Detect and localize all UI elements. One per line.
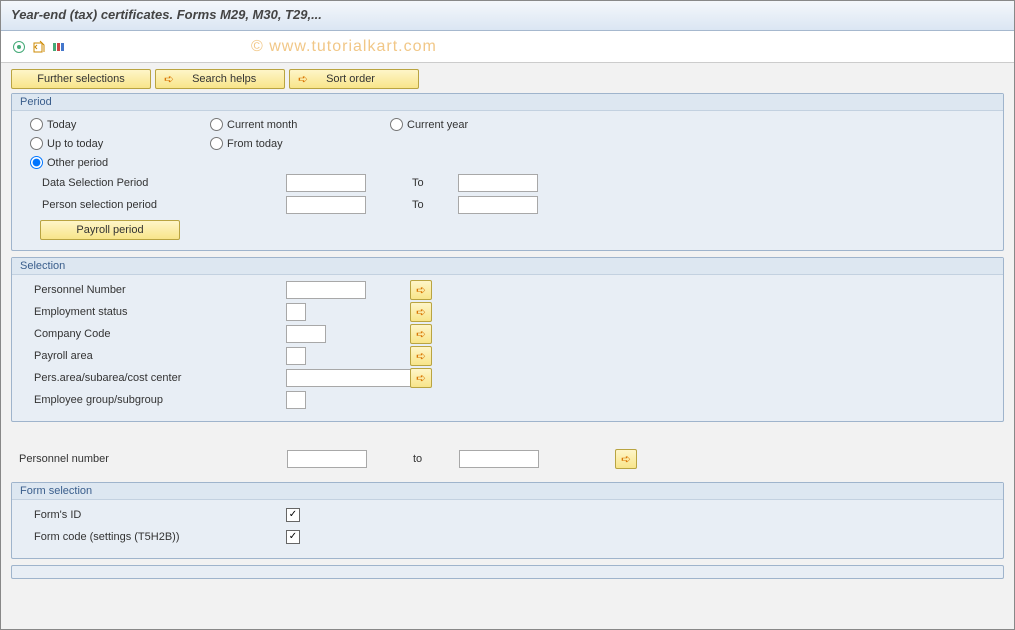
- personnel-number-multi-button[interactable]: ➪: [410, 280, 432, 300]
- data-selection-period-label: Data Selection Period: [30, 177, 280, 189]
- search-helps-button[interactable]: ➪ Search helps: [155, 69, 285, 89]
- radio-other-period[interactable]: Other period: [30, 156, 170, 169]
- arrow-right-icon: ➪: [416, 305, 426, 319]
- sort-order-button[interactable]: ➪ Sort order: [289, 69, 419, 89]
- selection-group: Selection Personnel Number ➪ Employment …: [11, 257, 1004, 422]
- arrow-right-icon: ➪: [298, 72, 308, 86]
- data-selection-to-input[interactable]: [458, 174, 538, 192]
- employment-status-input[interactable]: [286, 303, 306, 321]
- form-selection-group: Form selection Form's ID ✓ Form code (se…: [11, 482, 1004, 559]
- employee-group-input[interactable]: [286, 391, 306, 409]
- arrow-right-icon: ➪: [416, 327, 426, 341]
- selection-header: Selection: [12, 258, 1003, 275]
- form-code-checkbox[interactable]: ✓: [286, 530, 300, 544]
- arrow-right-icon: ➪: [416, 349, 426, 363]
- page-title: Year-end (tax) certificates. Forms M29, …: [11, 7, 322, 22]
- pers-area-label: Pers.area/subarea/cost center: [30, 372, 280, 384]
- empty-group: [11, 565, 1004, 579]
- period-header: Period: [12, 94, 1003, 111]
- company-code-label: Company Code: [30, 328, 280, 340]
- personnel-number-input[interactable]: [286, 281, 366, 299]
- company-code-multi-button[interactable]: ➪: [410, 324, 432, 344]
- personnel-number-range-row: Personnel number to ➪: [11, 448, 1004, 470]
- period-group: Period Today Current month Current year …: [11, 93, 1004, 251]
- search-helps-label: Search helps: [192, 73, 256, 85]
- title-bar: Year-end (tax) certificates. Forms M29, …: [1, 1, 1014, 31]
- payroll-area-label: Payroll area: [30, 350, 280, 362]
- to-label: to: [413, 453, 453, 465]
- pers-area-multi-button[interactable]: ➪: [410, 368, 432, 388]
- personnel-number-to-input[interactable]: [459, 450, 539, 468]
- radio-current-month[interactable]: Current month: [210, 118, 350, 131]
- arrow-right-icon: ➪: [164, 72, 174, 86]
- employee-group-label: Employee group/subgroup: [30, 394, 280, 406]
- payroll-area-input[interactable]: [286, 347, 306, 365]
- radio-today[interactable]: Today: [30, 118, 170, 131]
- period-body: Today Current month Current year Up to t…: [12, 111, 1003, 244]
- to-label: To: [412, 177, 452, 189]
- data-selection-from-input[interactable]: [286, 174, 366, 192]
- forms-id-label: Form's ID: [30, 509, 280, 521]
- arrow-right-icon: ➪: [416, 283, 426, 297]
- person-selection-period-label: Person selection period: [30, 199, 280, 211]
- radio-current-year[interactable]: Current year: [390, 118, 530, 131]
- selection-buttons-row: Further selections ➪ Search helps ➪ Sort…: [11, 69, 1004, 89]
- employment-status-multi-button[interactable]: ➪: [410, 302, 432, 322]
- to-label: To: [412, 199, 452, 211]
- selection-body: Personnel Number ➪ Employment status ➪ C…: [12, 275, 1003, 415]
- company-code-input[interactable]: [286, 325, 326, 343]
- pers-area-input[interactable]: [286, 369, 416, 387]
- watermark: © www.tutorialkart.com: [251, 38, 437, 56]
- person-selection-to-input[interactable]: [458, 196, 538, 214]
- multi-color-icon[interactable]: [51, 39, 67, 55]
- forms-id-checkbox[interactable]: ✓: [286, 508, 300, 522]
- content-area: Further selections ➪ Search helps ➪ Sort…: [1, 63, 1014, 629]
- toolbar: © www.tutorialkart.com: [1, 31, 1014, 63]
- radio-up-to-today[interactable]: Up to today: [30, 137, 170, 150]
- personnel-number-label: Personnel Number: [30, 284, 280, 296]
- sort-order-label: Sort order: [326, 73, 375, 85]
- arrow-right-icon: ➪: [621, 452, 631, 466]
- form-selection-body: Form's ID ✓ Form code (settings (T5H2B))…: [12, 500, 1003, 552]
- radio-from-today[interactable]: From today: [210, 137, 350, 150]
- employment-status-label: Employment status: [30, 306, 280, 318]
- get-variant-icon[interactable]: [31, 39, 47, 55]
- form-selection-header: Form selection: [12, 483, 1003, 500]
- personnel-number-from-input[interactable]: [287, 450, 367, 468]
- further-selections-button[interactable]: Further selections: [11, 69, 151, 89]
- personnel-number-range-label: Personnel number: [19, 453, 281, 465]
- payroll-area-multi-button[interactable]: ➪: [410, 346, 432, 366]
- payroll-period-button[interactable]: Payroll period: [40, 220, 180, 240]
- execute-icon[interactable]: [11, 39, 27, 55]
- person-selection-from-input[interactable]: [286, 196, 366, 214]
- personnel-number-range-multi-button[interactable]: ➪: [615, 449, 637, 469]
- arrow-right-icon: ➪: [416, 371, 426, 385]
- form-code-label: Form code (settings (T5H2B)): [30, 531, 280, 543]
